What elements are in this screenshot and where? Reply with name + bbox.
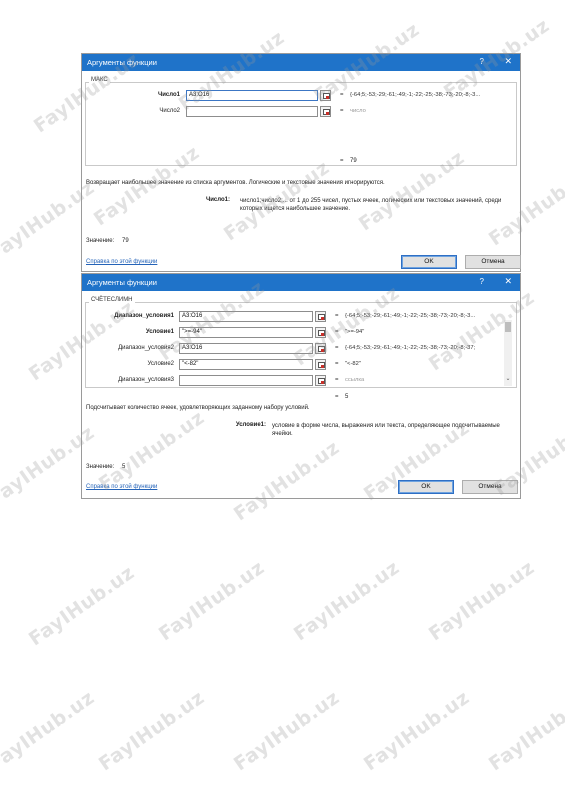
value-label: Значение: [86, 238, 115, 244]
watermark: FayIHub.uz [154, 556, 269, 646]
help-link[interactable]: Справка по этой функции [86, 259, 157, 265]
function-name: СЧЁТЕСЛИМН [89, 297, 135, 303]
watermark: FayIHub.uz [24, 561, 139, 651]
arg-input-criteria2[interactable]: "<-82" [179, 359, 313, 370]
equals-sign: = [335, 313, 339, 319]
arg-result-number2: число [350, 108, 366, 114]
arg-result-criteria-range2: {-64;5;-53;-29;-61;-49;-1;-22;-25;-38;-7… [345, 345, 476, 351]
arg-input-criteria-range2[interactable]: A3:O16 [179, 343, 313, 354]
function-description: Возвращает наибольшее значение из списка… [86, 180, 385, 186]
equals-sign: = [340, 92, 344, 98]
function-arguments-dialog-countifs: Аргументы функции ? ✕ СЧЁТЕСЛИМН Диапазо… [81, 273, 521, 499]
range-select-icon[interactable] [315, 359, 326, 370]
arg-result-criteria1: ">=-94" [345, 329, 365, 335]
dialog-titlebar: Аргументы функции ? ✕ [82, 54, 520, 71]
arg-input-criteria1[interactable]: ">=-94" [179, 327, 313, 338]
range-select-icon[interactable] [315, 311, 326, 322]
function-arguments-dialog-max: Аргументы функции ? ✕ МАКС Число1 A3:O16… [81, 53, 521, 272]
dialog-title: Аргументы функции [87, 278, 157, 287]
close-icon[interactable]: ✕ [504, 276, 512, 287]
range-select-icon[interactable] [320, 106, 331, 117]
arg-label-criteria-range1: Диапазон_условия1 [114, 313, 174, 319]
dialog-titlebar: Аргументы функции ? ✕ [82, 274, 520, 291]
watermark: FayIHub.uz [484, 686, 565, 776]
watermark: FayIHub.uz [359, 686, 474, 776]
formula-result: 79 [350, 158, 357, 164]
arguments-scrollbar[interactable]: ⌄ [504, 320, 512, 386]
range-select-icon[interactable] [315, 327, 326, 338]
arg-result-number1: {-64;5;-53;-29;-61;-49;-1;-22;-25;-38;-7… [350, 92, 481, 98]
arg-label-criteria1: Условие1 [145, 329, 174, 335]
arg-result-criteria2: "<-82" [345, 361, 361, 367]
arg-label-criteria2: Условие2 [147, 361, 174, 367]
ok-button[interactable]: OK [401, 255, 457, 269]
help-icon[interactable]: ? [480, 57, 484, 66]
arg-result-criteria-range3: ссылка [345, 377, 365, 383]
arg-input-number1[interactable]: A3:O16 [186, 90, 318, 101]
arg-description-text: число1;число2;... от 1 до 255 чисел, пус… [240, 198, 502, 212]
watermark: FayIHub.uz [94, 686, 209, 776]
value-label: Значение: [86, 464, 115, 470]
dialog-title: Аргументы функции [87, 58, 157, 67]
watermark: FayIHub.uz [289, 556, 404, 646]
value-result: 5 [122, 464, 126, 470]
help-link[interactable]: Справка по этой функции [86, 484, 157, 490]
equals-sign: = [340, 158, 344, 164]
arg-label-criteria-range2: Диапазон_условия2 [118, 345, 174, 351]
arg-description-label: Число1: [206, 197, 230, 203]
chevron-down-icon[interactable]: ⌄ [504, 375, 512, 382]
equals-sign: = [335, 394, 339, 400]
arg-input-criteria-range1[interactable]: A3:O16 [179, 311, 313, 322]
arg-result-criteria-range1: {-64;5;-53;-29;-61;-49;-1;-22;-25;-38;-7… [345, 313, 476, 319]
equals-sign: = [335, 361, 339, 367]
close-icon[interactable]: ✕ [504, 56, 512, 67]
value-result: 79 [122, 238, 129, 244]
arg-description-text: условие в форме числа, выражения или тек… [272, 423, 500, 437]
equals-sign: = [340, 108, 344, 114]
cancel-button[interactable]: Отмена [465, 255, 521, 269]
watermark: FayIHub.uz [0, 686, 99, 776]
arg-input-criteria-range3[interactable] [179, 375, 313, 386]
scrollbar-thumb[interactable] [505, 322, 511, 332]
arg-label-number1: Число1 [158, 92, 180, 98]
watermark: FayIHub.uz [229, 686, 344, 776]
arg-description-label: Условие1: [235, 422, 266, 428]
arg-label-number2: Число2 [159, 108, 180, 114]
arg-input-number2[interactable] [186, 106, 318, 117]
range-select-icon[interactable] [315, 343, 326, 354]
ok-button[interactable]: OK [398, 480, 454, 494]
formula-result: 5 [345, 394, 349, 400]
equals-sign: = [335, 345, 339, 351]
arg-label-criteria-range3: Диапазон_условия3 [118, 377, 174, 383]
cancel-button[interactable]: Отмена [462, 480, 518, 494]
range-select-icon[interactable] [320, 90, 331, 101]
equals-sign: = [335, 377, 339, 383]
help-icon[interactable]: ? [480, 277, 484, 286]
watermark: FayIHub.uz [424, 556, 539, 646]
function-description: Подсчитывает количество ячеек, удовлетво… [86, 405, 310, 411]
function-name: МАКС [89, 77, 110, 83]
equals-sign: = [335, 329, 339, 335]
range-select-icon[interactable] [315, 375, 326, 386]
